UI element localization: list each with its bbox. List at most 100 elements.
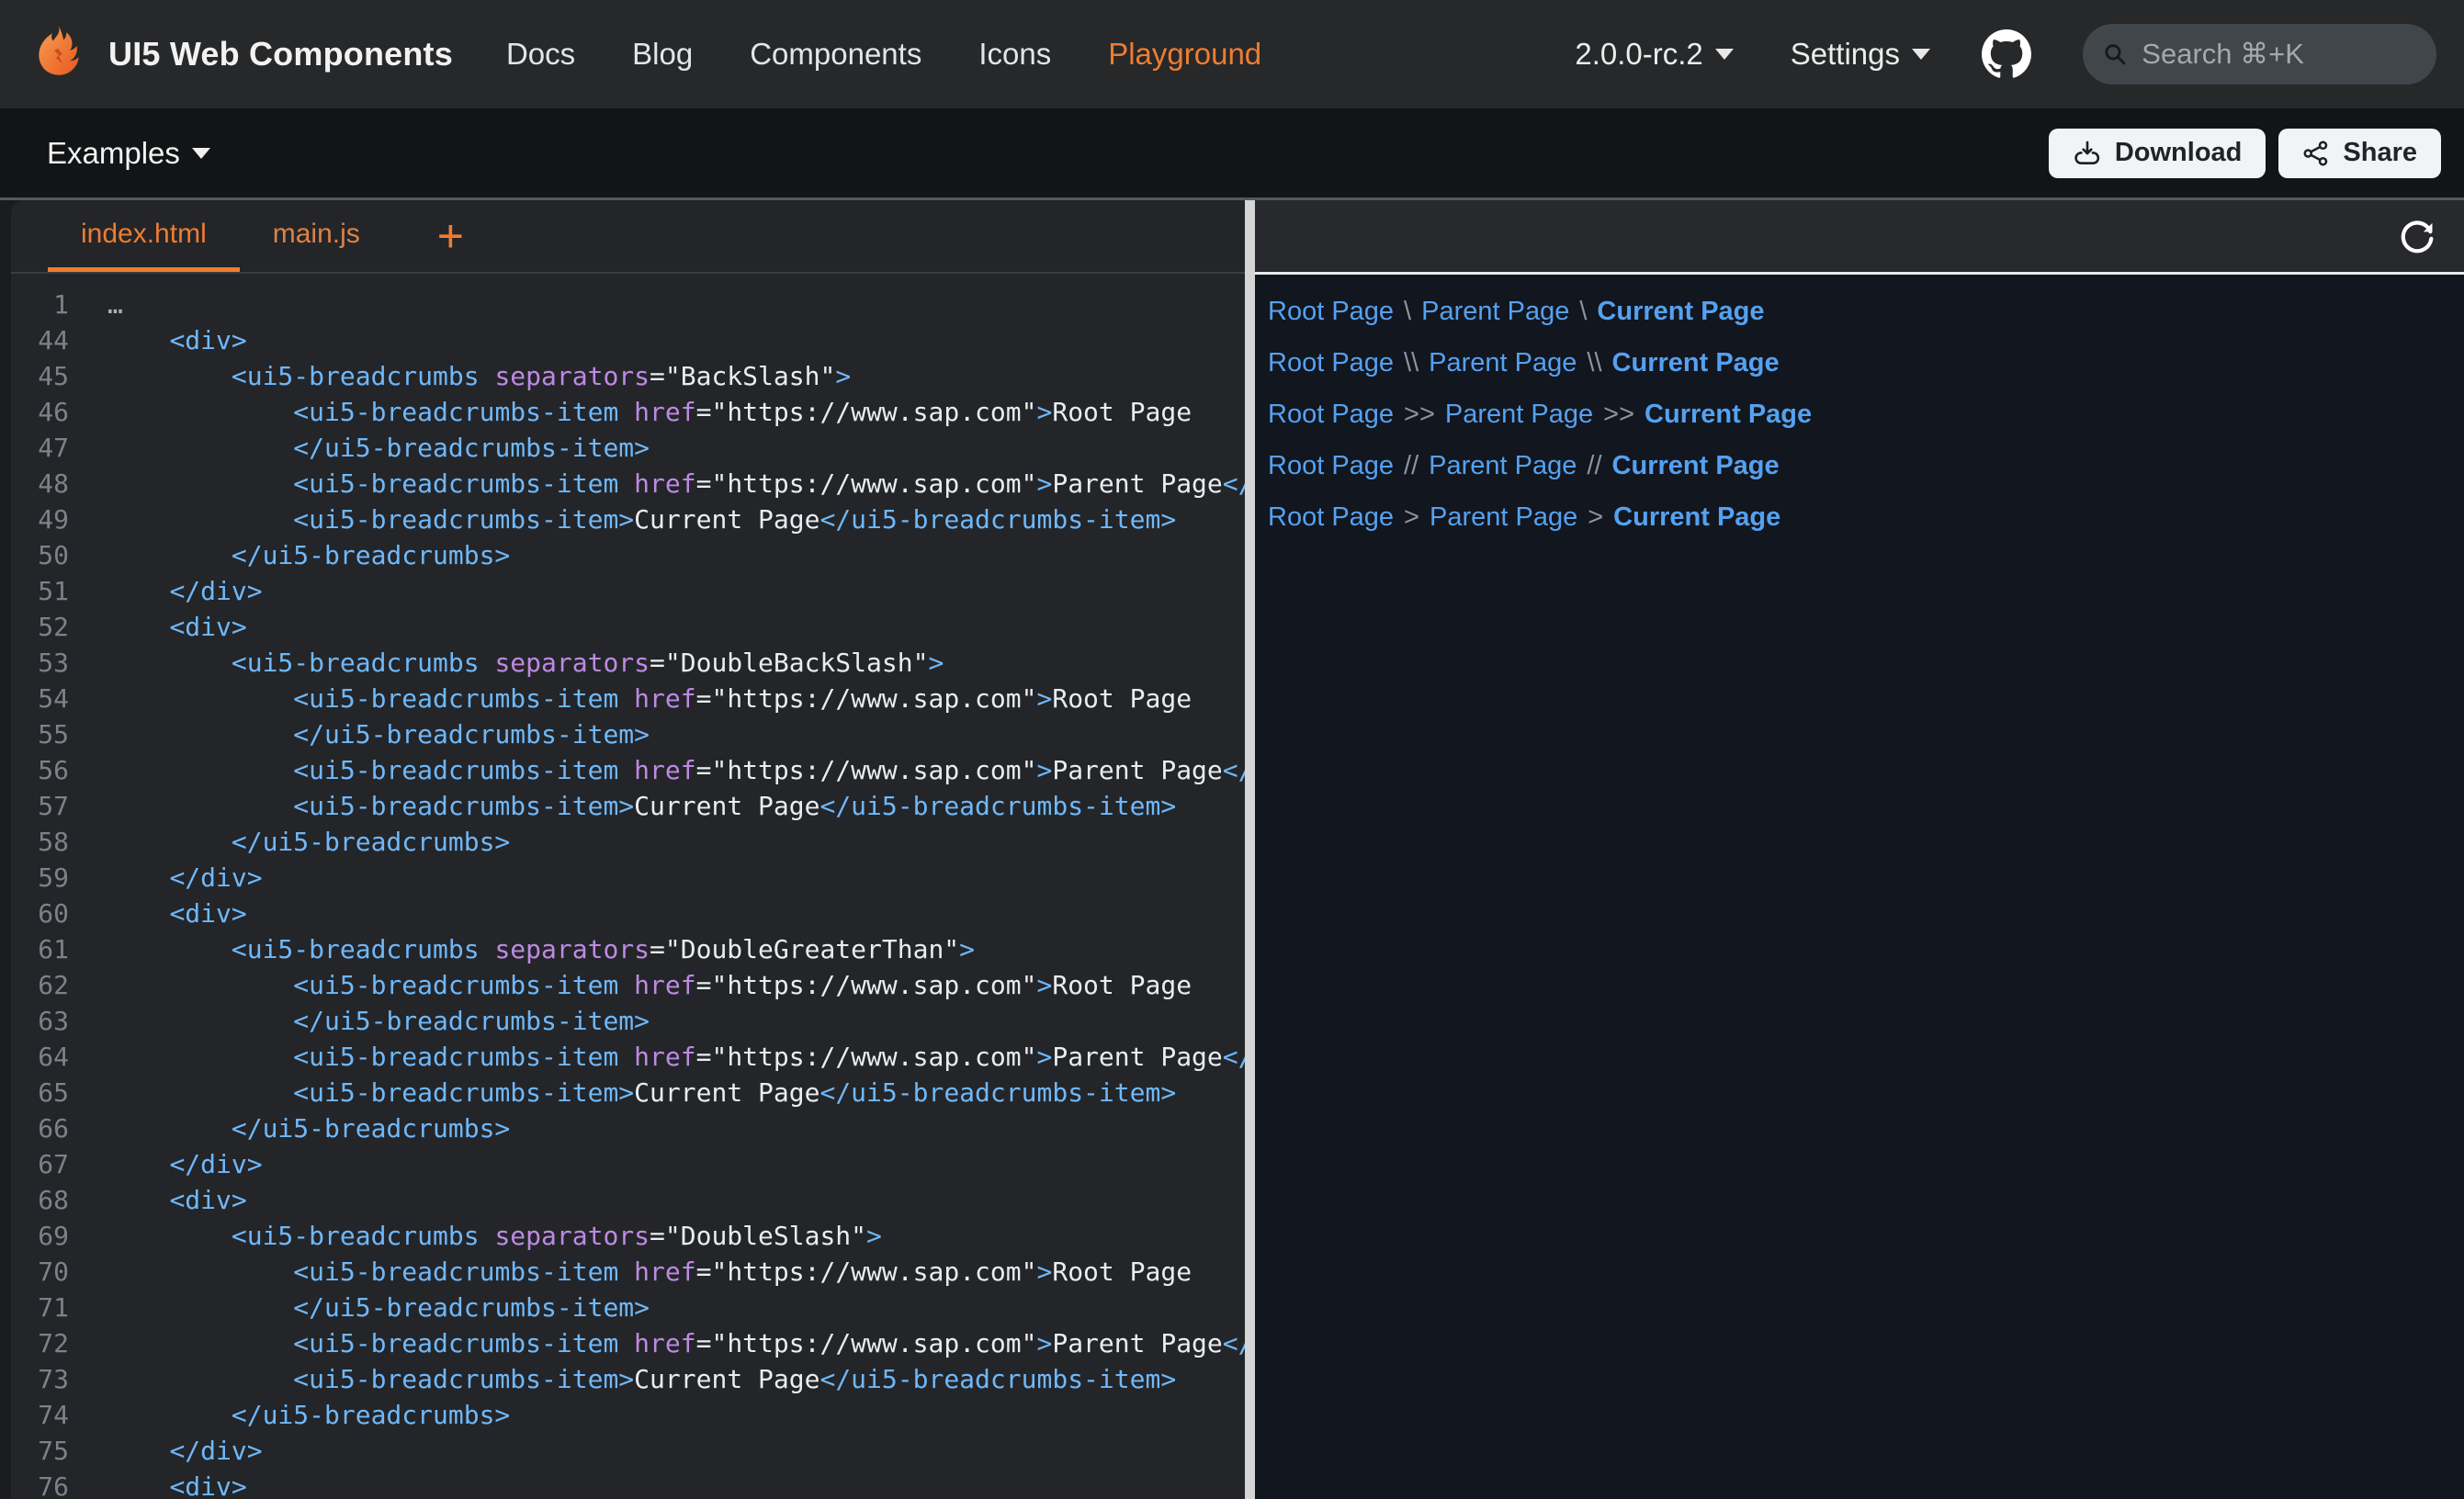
code-line-58: 58 </ui5-breadcrumbs>: [11, 824, 1245, 860]
settings-dropdown[interactable]: Settings: [1791, 37, 1930, 72]
preview-pane: Root Page\Parent Page\Current PageRoot P…: [1255, 200, 2464, 1499]
code-text: </div>: [107, 1433, 263, 1469]
code-text: <ui5-breadcrumbs separators="DoubleBackS…: [107, 645, 944, 681]
breadcrumb-row-2: Root Page\\Parent Page\\Current Page: [1268, 348, 2464, 378]
line-number: 52: [11, 609, 69, 645]
breadcrumb-link[interactable]: Parent Page: [1445, 400, 1593, 429]
line-number: 66: [11, 1110, 69, 1146]
code-text: <div>: [107, 322, 247, 358]
nav-item-icons[interactable]: Icons: [978, 37, 1051, 72]
code-line-50: 50 </ui5-breadcrumbs>: [11, 537, 1245, 573]
code-text: </ui5-breadcrumbs-item>: [107, 716, 650, 752]
code-line-46: 46 <ui5-breadcrumbs-item href="https://w…: [11, 394, 1245, 430]
download-button[interactable]: Download: [2049, 129, 2266, 178]
code-text: <ui5-breadcrumbs-item href="https://www.…: [107, 394, 1192, 430]
nav-item-docs[interactable]: Docs: [506, 37, 575, 72]
code-text: <ui5-breadcrumbs separators="BackSlash">: [107, 358, 851, 394]
breadcrumb-separator: \\: [1587, 348, 1601, 378]
code-line-49: 49 <ui5-breadcrumbs-item>Current Page</u…: [11, 502, 1245, 537]
editor-tabbar: index.htmlmain.js +: [11, 200, 1245, 274]
line-number: 56: [11, 752, 69, 788]
code-line-51: 51 </div>: [11, 573, 1245, 609]
code-text: <ui5-breadcrumbs separators="DoubleSlash…: [107, 1218, 882, 1254]
breadcrumb-link[interactable]: Root Page: [1268, 502, 1394, 532]
pane-resize-handle[interactable]: [1245, 200, 1255, 1499]
tab-main.js[interactable]: main.js: [240, 200, 393, 272]
nav-item-blog[interactable]: Blog: [632, 37, 693, 72]
line-number: 45: [11, 358, 69, 394]
header-right: 2.0.0-rc.2 Settings: [1575, 24, 2436, 85]
line-number: 48: [11, 466, 69, 502]
examples-toolbar: Examples Download Share: [0, 108, 2464, 197]
code-text: <ui5-breadcrumbs-item href="https://www.…: [107, 681, 1192, 716]
line-number: 51: [11, 573, 69, 609]
code-line-72: 72 <ui5-breadcrumbs-item href="https://w…: [11, 1325, 1245, 1361]
breadcrumb-separator: >>: [1404, 400, 1435, 429]
breadcrumb-link[interactable]: Parent Page: [1421, 297, 1569, 326]
examples-label: Examples: [47, 136, 180, 171]
line-number: 57: [11, 788, 69, 824]
code-line-74: 74 </ui5-breadcrumbs>: [11, 1397, 1245, 1433]
line-number: 69: [11, 1218, 69, 1254]
refresh-button[interactable]: [2396, 215, 2438, 257]
code-text: </ui5-breadcrumbs>: [107, 1110, 510, 1146]
code-text: </div>: [107, 860, 263, 896]
nav-item-playground[interactable]: Playground: [1108, 37, 1261, 72]
line-number: 67: [11, 1146, 69, 1182]
breadcrumb-row-4: Root Page//Parent Page//Current Page: [1268, 451, 2464, 481]
line-number: 61: [11, 931, 69, 967]
magnifier-icon: [2103, 40, 2127, 68]
header: UI5 Web Components Docs Blog Components Ico…: [0, 0, 2464, 108]
breadcrumb-current: Current Page: [1612, 348, 1780, 378]
breadcrumb-separator: >: [1588, 502, 1603, 532]
line-number: 55: [11, 716, 69, 752]
breadcrumb-link[interactable]: Root Page: [1268, 451, 1394, 480]
nav-item-components[interactable]: Components: [750, 37, 921, 72]
code-text: </ui5-breadcrumbs-item>: [107, 1290, 650, 1325]
code-line-60: 60 <div>: [11, 896, 1245, 931]
breadcrumb-link[interactable]: Root Page: [1268, 400, 1394, 429]
search-box[interactable]: [2083, 24, 2436, 85]
line-number: 68: [11, 1182, 69, 1218]
breadcrumb-link[interactable]: Root Page: [1268, 348, 1394, 378]
breadcrumb-link[interactable]: Parent Page: [1429, 451, 1577, 480]
code-line-73: 73 <ui5-breadcrumbs-item>Current Page</u…: [11, 1361, 1245, 1397]
code-text: </div>: [107, 1146, 263, 1182]
code-text: <div>: [107, 1182, 247, 1218]
breadcrumb-current: Current Page: [1613, 502, 1780, 532]
phoenix-flame-icon: [28, 24, 88, 85]
code-line-55: 55 </ui5-breadcrumbs-item>: [11, 716, 1245, 752]
code-line-76: 76 <div>: [11, 1469, 1245, 1499]
line-number: 64: [11, 1039, 69, 1075]
brand-title: UI5 Web Components: [108, 35, 453, 73]
code-text: </ui5-breadcrumbs>: [107, 537, 510, 573]
breadcrumb-link[interactable]: Root Page: [1268, 297, 1394, 326]
search-input[interactable]: [2142, 38, 2416, 71]
code-line-69: 69 <ui5-breadcrumbs separators="DoubleSl…: [11, 1218, 1245, 1254]
tab-index.html[interactable]: index.html: [48, 200, 240, 272]
share-button[interactable]: Share: [2278, 129, 2441, 178]
breadcrumb-separator: >>: [1603, 400, 1634, 429]
code-line-47: 47 </ui5-breadcrumbs-item>: [11, 430, 1245, 466]
code-text: <div>: [107, 609, 247, 645]
code-line-56: 56 <ui5-breadcrumbs-item href="https://w…: [11, 752, 1245, 788]
version-dropdown[interactable]: 2.0.0-rc.2: [1575, 37, 1733, 72]
code-line-70: 70 <ui5-breadcrumbs-item href="https://w…: [11, 1254, 1245, 1290]
line-number: 1: [11, 287, 69, 322]
code-text: <ui5-breadcrumbs-item>Current Page</ui5-…: [107, 502, 1176, 537]
code-text: <ui5-breadcrumbs-item>Current Page</ui5-…: [107, 1361, 1176, 1397]
header-nav: Docs Blog Components Icons Playground: [506, 37, 1261, 72]
code-line-75: 75 </div>: [11, 1433, 1245, 1469]
line-number: 72: [11, 1325, 69, 1361]
code-area[interactable]: 1…44 <div>45 <ui5-breadcrumbs separators…: [11, 274, 1245, 1499]
examples-dropdown[interactable]: Examples: [47, 136, 210, 171]
breadcrumb-link[interactable]: Parent Page: [1429, 348, 1577, 378]
github-icon[interactable]: [1982, 29, 2031, 79]
download-label: Download: [2115, 138, 2243, 168]
cloud-download-icon: [2073, 139, 2102, 168]
line-number: 60: [11, 896, 69, 931]
breadcrumb-link[interactable]: Parent Page: [1430, 502, 1577, 532]
add-tab-button[interactable]: +: [430, 200, 471, 272]
main-split: index.htmlmain.js+ 1…44 <div>45 <ui5-bre…: [0, 197, 2464, 1499]
code-line-52: 52 <div>: [11, 609, 1245, 645]
